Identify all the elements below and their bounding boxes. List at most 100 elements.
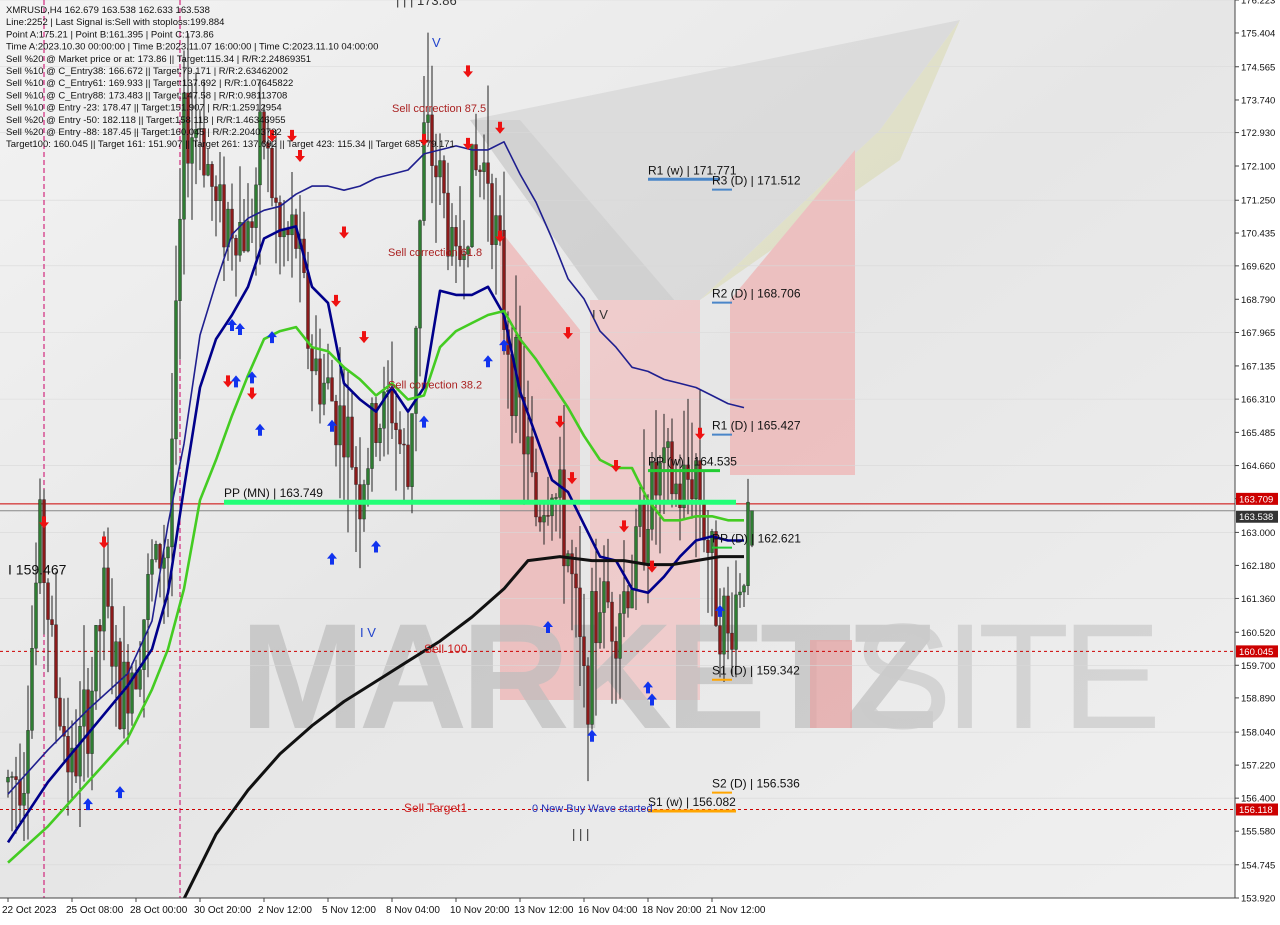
y-tick-label: 158.890 — [1241, 693, 1275, 704]
y-tick-label: 156.400 — [1241, 794, 1275, 805]
candle-bear — [106, 567, 110, 607]
candle-bear — [610, 601, 614, 642]
candle-bull — [154, 544, 158, 560]
candle-bear — [98, 625, 102, 632]
candle-bull — [370, 403, 374, 469]
y-tick-label: 171.250 — [1241, 196, 1275, 207]
candle-bull — [482, 162, 486, 172]
candle-bear — [270, 148, 274, 199]
candle-bear — [442, 160, 446, 194]
price-tag-label: 163.709 — [1239, 494, 1273, 505]
candle-bull — [366, 468, 370, 485]
candle-bull — [590, 591, 594, 725]
x-tick-label: 28 Oct 00:00 — [130, 905, 188, 916]
candle-bear — [46, 582, 50, 620]
candle-bear — [730, 632, 734, 650]
y-tick-label: 166.310 — [1241, 395, 1275, 406]
candle-bull — [646, 528, 650, 565]
candle-bear — [394, 422, 398, 430]
candle-bull — [734, 594, 738, 650]
candle-bull — [410, 413, 414, 487]
y-tick-label: 159.700 — [1241, 661, 1275, 672]
y-tick-label: 168.790 — [1241, 295, 1275, 306]
x-tick-label: 21 Nov 12:00 — [706, 905, 766, 916]
chart-annotation: Sell Target1 — [404, 801, 467, 815]
candle-bear — [562, 469, 566, 567]
candle-bull — [666, 441, 670, 448]
candle-bear — [406, 444, 410, 487]
candle-bear — [286, 229, 290, 236]
candle-bull — [554, 497, 558, 499]
candle-bear — [210, 164, 214, 187]
candle-bear — [454, 227, 458, 247]
y-tick-label: 167.965 — [1241, 328, 1275, 339]
y-tick-label: 158.040 — [1241, 728, 1275, 739]
x-tick-label: 10 Nov 20:00 — [450, 905, 510, 916]
x-tick-label: 13 Nov 12:00 — [514, 905, 574, 916]
candle-bear — [498, 215, 502, 231]
candle-bull — [30, 648, 34, 731]
x-tick-label: 22 Oct 2023 — [2, 905, 57, 916]
candle-bull — [34, 582, 38, 649]
candle-bull — [618, 613, 622, 659]
candle-bull — [150, 559, 154, 575]
candle-bear — [342, 405, 346, 458]
candle-bear — [306, 272, 310, 349]
info-line: Sell %10 @ C_Entry38: 166.672 || Target:… — [6, 66, 288, 77]
candle-bull — [738, 591, 742, 596]
y-tick-label: 157.220 — [1241, 761, 1275, 772]
candle-bear — [110, 606, 114, 667]
info-line: Time A:2023.10.30 00:00:00 | Time B:2023… — [6, 42, 378, 53]
candle-bull — [426, 114, 430, 123]
candle-bull — [174, 300, 178, 440]
candle-bear — [250, 221, 254, 228]
y-tick-label: 169.620 — [1241, 261, 1275, 272]
price-chart[interactable]: MARKETZ SITE R1 (w) | 171.771 R3 (D) | 17… — [0, 0, 1280, 920]
candle-bull — [254, 184, 258, 228]
candle-bear — [538, 516, 542, 523]
x-tick-label: 8 Nov 04:00 — [386, 905, 440, 916]
info-line: Sell %20 @ Entry -50: 182.118 || Target:… — [6, 115, 286, 126]
price-tag-label: 160.045 — [1239, 647, 1273, 658]
y-tick-label: 173.740 — [1241, 95, 1275, 106]
chart-canvas: MARKETZ SITE R1 (w) | 171.771R3 (D) | 17… — [0, 0, 1280, 920]
candle-bear — [486, 162, 490, 184]
candle-bear — [318, 358, 322, 405]
candle-bull — [170, 438, 174, 548]
candle-bull — [598, 612, 602, 644]
y-tick-label: 170.435 — [1241, 229, 1275, 240]
candle-bull — [438, 160, 442, 178]
candle-bull — [290, 214, 294, 236]
candle-bear — [534, 472, 538, 518]
candle-bull — [338, 405, 342, 446]
price-tag-label: 156.118 — [1239, 805, 1273, 816]
info-line: Sell %20 @ Entry -88: 187.45 || Target:1… — [6, 127, 282, 138]
y-tick-label: 155.580 — [1241, 827, 1275, 838]
candle-bull — [322, 382, 326, 405]
y-tick-label: 172.930 — [1241, 128, 1275, 139]
y-tick-label: 160.520 — [1241, 628, 1275, 639]
candle-bear — [234, 237, 238, 256]
chart-annotation: | | | 173.86 — [396, 0, 457, 8]
candle-bear — [222, 184, 226, 248]
candle-bull — [622, 591, 626, 614]
chart-annotation: V — [432, 35, 441, 50]
candle-bear — [398, 429, 402, 445]
candle-bear — [74, 747, 78, 777]
y-tick-label: 174.565 — [1241, 62, 1275, 73]
candle-bull — [650, 461, 654, 530]
y-tick-label: 167.135 — [1241, 361, 1275, 372]
candle-bear — [58, 697, 62, 727]
y-tick-label: 164.660 — [1241, 461, 1275, 472]
candle-bear — [702, 501, 706, 541]
candle-bull — [78, 726, 82, 777]
candle-bull — [418, 220, 422, 329]
pivot-level-label: S1 (w) | 156.082 — [648, 795, 736, 809]
candle-bear — [706, 539, 710, 553]
candle-bear — [50, 619, 54, 625]
info-line: Point A:175.21 | Point B:161.395 | Point… — [6, 29, 214, 40]
candle-bull — [122, 661, 126, 730]
candle-bear — [214, 186, 218, 202]
candle-bull — [566, 553, 570, 567]
chart-annotation: I V — [592, 307, 608, 322]
